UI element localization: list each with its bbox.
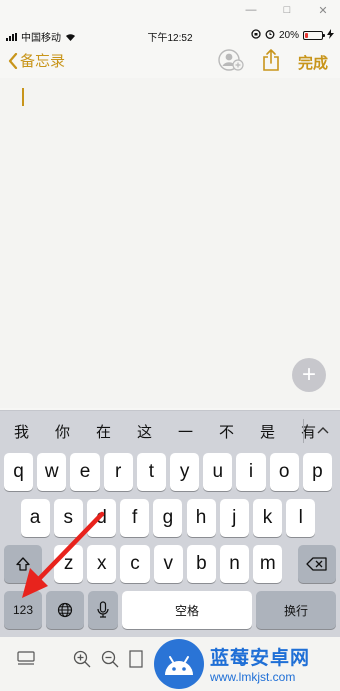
battery-percent: 20% [278, 30, 299, 41]
plus-icon: + [301, 361, 316, 388]
candidate-item[interactable]: 这 [131, 421, 158, 442]
text-format-icon[interactable] [126, 649, 146, 669]
return-key[interactable]: 换行 [256, 591, 336, 629]
candidate-item[interactable]: 我 [8, 421, 35, 442]
candidate-item[interactable]: 在 [90, 421, 117, 442]
status-bar: 中国移动 下午12:52 20% [0, 26, 340, 44]
window-controls: — □ ✕ [244, 4, 330, 17]
chevron-up-icon[interactable] [314, 421, 332, 439]
zoom-in-icon[interactable] [72, 649, 92, 669]
candidate-bar: 我你在这一不是有 [0, 411, 340, 451]
android-logo-icon [154, 638, 204, 689]
key-r[interactable]: r [103, 453, 133, 491]
zoom-out-icon[interactable] [100, 649, 120, 669]
back-button[interactable]: 备忘录 [8, 50, 65, 71]
key-x[interactable]: x [87, 545, 117, 583]
microphone-icon [97, 601, 109, 618]
add-button[interactable]: + [292, 358, 326, 392]
key-g[interactable]: g [153, 499, 183, 537]
key-v[interactable]: v [153, 545, 183, 583]
done-button[interactable]: 完成 [298, 52, 328, 73]
globe-key[interactable] [46, 591, 84, 629]
key-f[interactable]: f [120, 499, 150, 537]
globe-icon [57, 602, 73, 618]
numbers-key[interactable]: 123 [4, 591, 42, 629]
key-s[interactable]: s [53, 499, 83, 537]
watermark-title: 蓝莓安卓网 [210, 648, 311, 669]
candidate-item[interactable]: 不 [213, 421, 240, 442]
candidate-item[interactable]: 你 [49, 421, 76, 442]
charging-icon [327, 29, 334, 42]
shift-icon [16, 557, 30, 571]
key-a[interactable]: a [20, 499, 50, 537]
key-e[interactable]: e [70, 453, 100, 491]
key-n[interactable]: n [220, 545, 250, 583]
key-z[interactable]: z [54, 545, 84, 583]
key-p[interactable]: p [302, 453, 332, 491]
key-y[interactable]: y [170, 453, 200, 491]
checklist-icon[interactable] [16, 649, 36, 669]
battery-icon [303, 31, 325, 40]
keyboard: 我你在这一不是有 qwertyuiop asdfghjkl zxcvbnm 12… [0, 410, 340, 637]
candidate-item[interactable]: 是 [254, 421, 281, 442]
close-icon[interactable]: ✕ [316, 4, 330, 17]
key-i[interactable]: i [236, 453, 266, 491]
key-j[interactable]: j [219, 499, 249, 537]
key-u[interactable]: u [203, 453, 233, 491]
candidate-item[interactable]: 一 [172, 421, 199, 442]
key-q[interactable]: q [4, 453, 34, 491]
alarm-icon [265, 29, 275, 42]
note-editor[interactable]: + [0, 78, 340, 408]
key-d[interactable]: d [86, 499, 117, 537]
share-icon[interactable] [262, 48, 280, 77]
dictation-key[interactable] [88, 591, 118, 629]
key-c[interactable]: c [120, 545, 150, 583]
key-t[interactable]: t [136, 453, 166, 491]
chevron-left-icon [8, 52, 18, 69]
delete-key[interactable] [298, 545, 336, 583]
watermark-url: www.lmkjst.com [210, 670, 296, 684]
minimize-icon[interactable]: — [244, 4, 258, 17]
key-l[interactable]: l [286, 499, 316, 537]
key-w[interactable]: w [37, 453, 67, 491]
candidate-divider [303, 419, 304, 443]
text-cursor [22, 88, 24, 106]
site-watermark: 蓝莓安卓网 www.lmkjst.com [154, 636, 340, 691]
keyboard-row-2: asdfghjkl [0, 499, 340, 537]
keyboard-row-4: 123 空格 换行 [0, 591, 340, 629]
shift-key[interactable] [4, 545, 42, 583]
key-m[interactable]: m [253, 545, 283, 583]
key-b[interactable]: b [186, 545, 216, 583]
key-o[interactable]: o [269, 453, 299, 491]
keyboard-row-1: qwertyuiop [0, 453, 340, 491]
battery-fill [305, 33, 309, 38]
key-k[interactable]: k [252, 499, 283, 537]
space-key[interactable]: 空格 [122, 591, 252, 629]
backspace-icon [306, 557, 327, 571]
maximize-icon[interactable]: □ [280, 4, 294, 17]
key-h[interactable]: h [186, 499, 216, 537]
share-collaborator-icon[interactable] [218, 48, 244, 77]
lock-rotation-icon [251, 29, 261, 42]
back-label: 备忘录 [20, 53, 66, 70]
nav-bar: 备忘录 完成 [0, 44, 340, 78]
keyboard-row-3: zxcvbnm [0, 545, 340, 583]
